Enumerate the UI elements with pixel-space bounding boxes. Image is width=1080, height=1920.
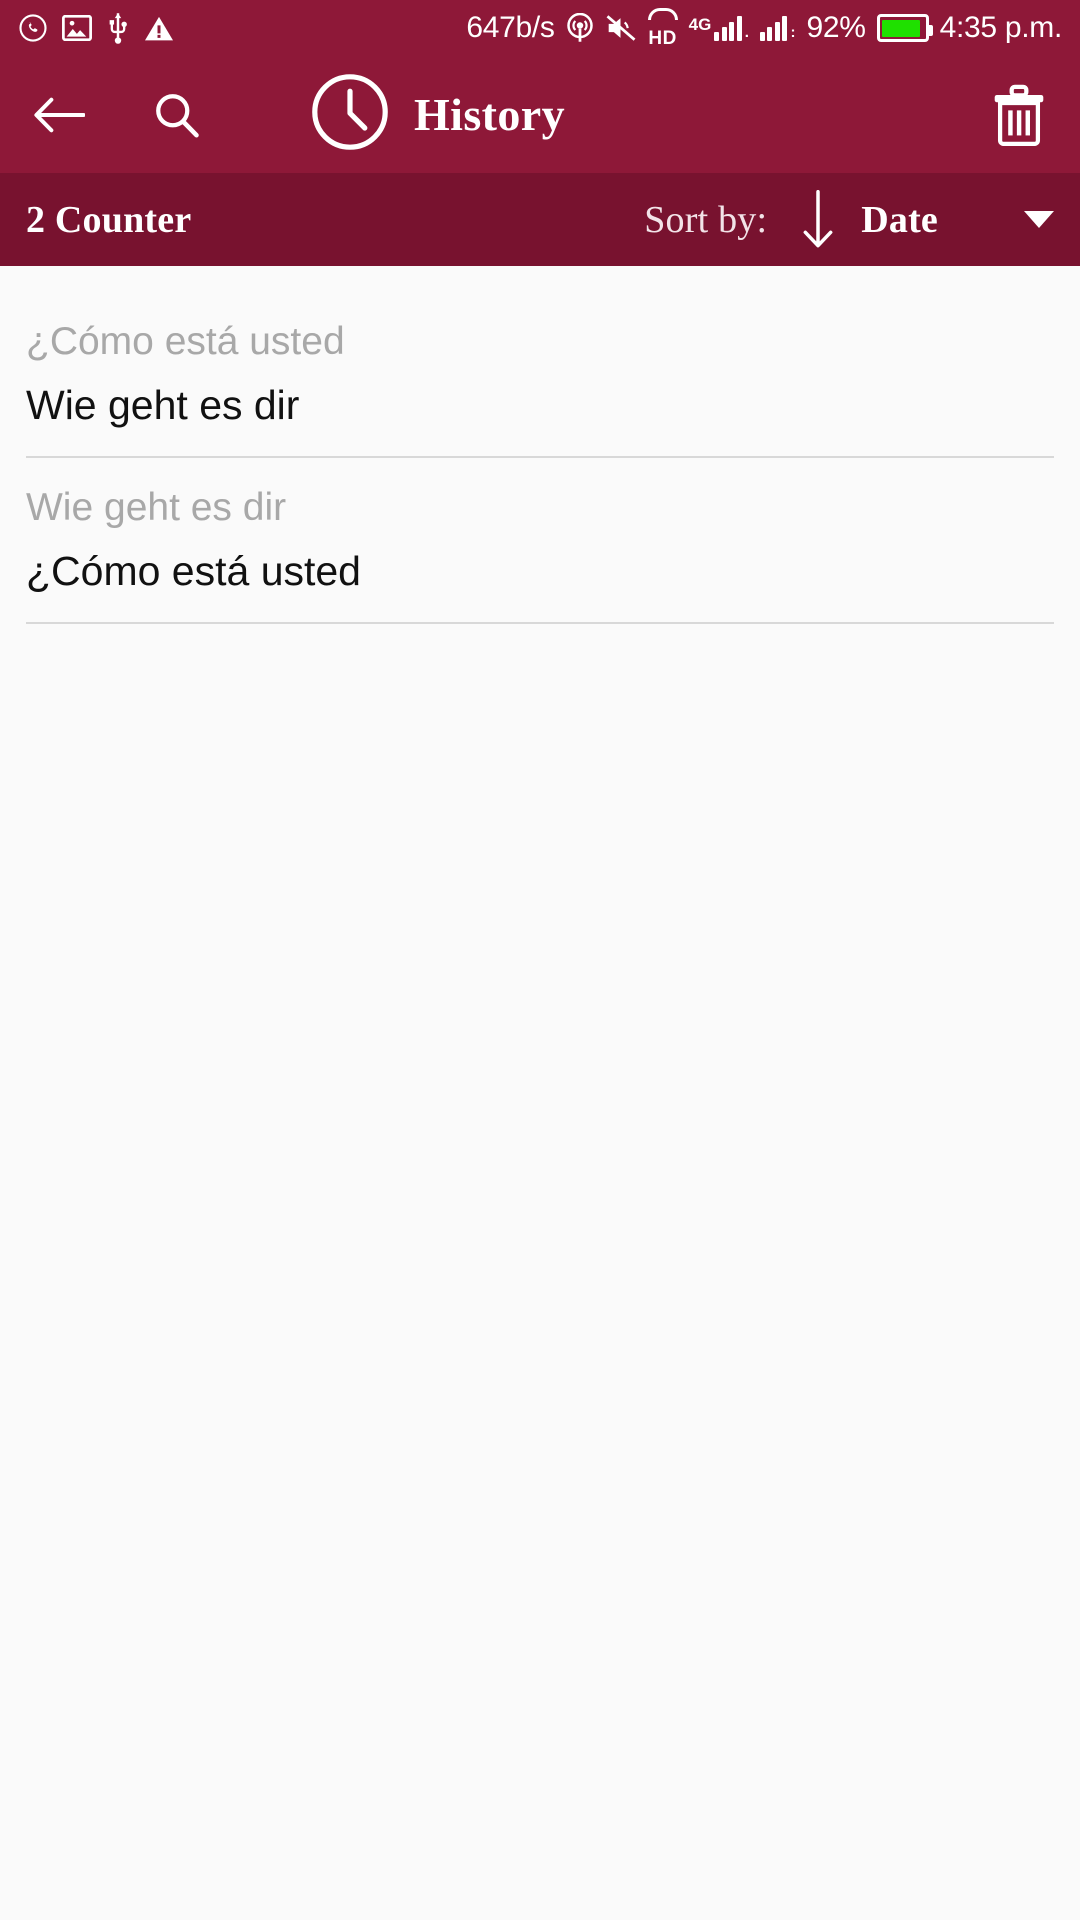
history-counter-label: 2 Counter [26,198,192,241]
hd-label: HD [648,28,677,49]
status-bar-right-icons: 647b/s HD 4G .: 92% 4:35 p.m. [466,8,1062,48]
clock-icon [310,72,390,157]
list-item[interactable]: ¿Cómo está usted Wie geht es dir [0,292,1080,458]
battery-icon [876,14,933,42]
app-bar-title-group: History [310,72,565,157]
back-arrow-icon [34,97,85,132]
clock-time-label: 4:35 p.m. [939,11,1063,44]
sim2-indicator: : [790,24,796,41]
signal-bars-sim1 [714,15,742,41]
history-target-text: ¿Cómo está usted [26,548,361,595]
app-screen: 647b/s HD 4G .: 92% 4:35 p.m. History 2… [0,0,1080,1920]
sort-controls[interactable]: Sort by: Date [644,189,1054,250]
trash-icon [994,84,1044,146]
signal-sim2-icon: : [759,15,796,41]
history-source-text: Wie geht es dir [26,486,287,529]
hd-voice-icon: HD [647,8,678,49]
app-bar: History [0,56,1080,173]
sort-bar: 2 Counter Sort by: Date [0,173,1080,266]
page-title: History [414,89,565,140]
search-button[interactable] [144,82,210,148]
sim1-indicator: . [744,24,749,41]
search-icon [156,93,199,137]
delete-all-button[interactable] [984,80,1054,150]
history-list[interactable]: ¿Cómo está usted Wie geht es dir Wie geh… [0,266,1080,1920]
signal-bars-sim2 [759,15,788,41]
sort-value-label[interactable]: Date [861,198,938,242]
network-type-label: 4G [688,15,712,34]
hotspot-icon [566,13,594,43]
history-target-text: Wie geht es dir [26,382,300,429]
warning-icon [144,15,174,42]
signal-sim1-icon: 4G . [689,15,749,41]
sort-direction-descending-icon[interactable] [801,189,835,250]
image-icon [62,15,92,41]
chevron-down-icon[interactable] [1024,211,1054,228]
status-bar-left-icons [18,12,174,44]
history-source-text: ¿Cómo está usted [26,320,345,363]
mute-icon [605,14,637,42]
sort-by-label: Sort by: [644,198,768,241]
back-button[interactable] [26,82,92,148]
whatsapp-icon [18,13,48,43]
usb-icon [106,12,130,44]
status-bar: 647b/s HD 4G .: 92% 4:35 p.m. [0,0,1080,56]
list-divider [26,622,1054,624]
network-speed-label: 647b/s [466,11,555,44]
list-item[interactable]: Wie geht es dir ¿Cómo está usted [0,458,1080,624]
battery-percent-label: 92% [806,11,866,44]
